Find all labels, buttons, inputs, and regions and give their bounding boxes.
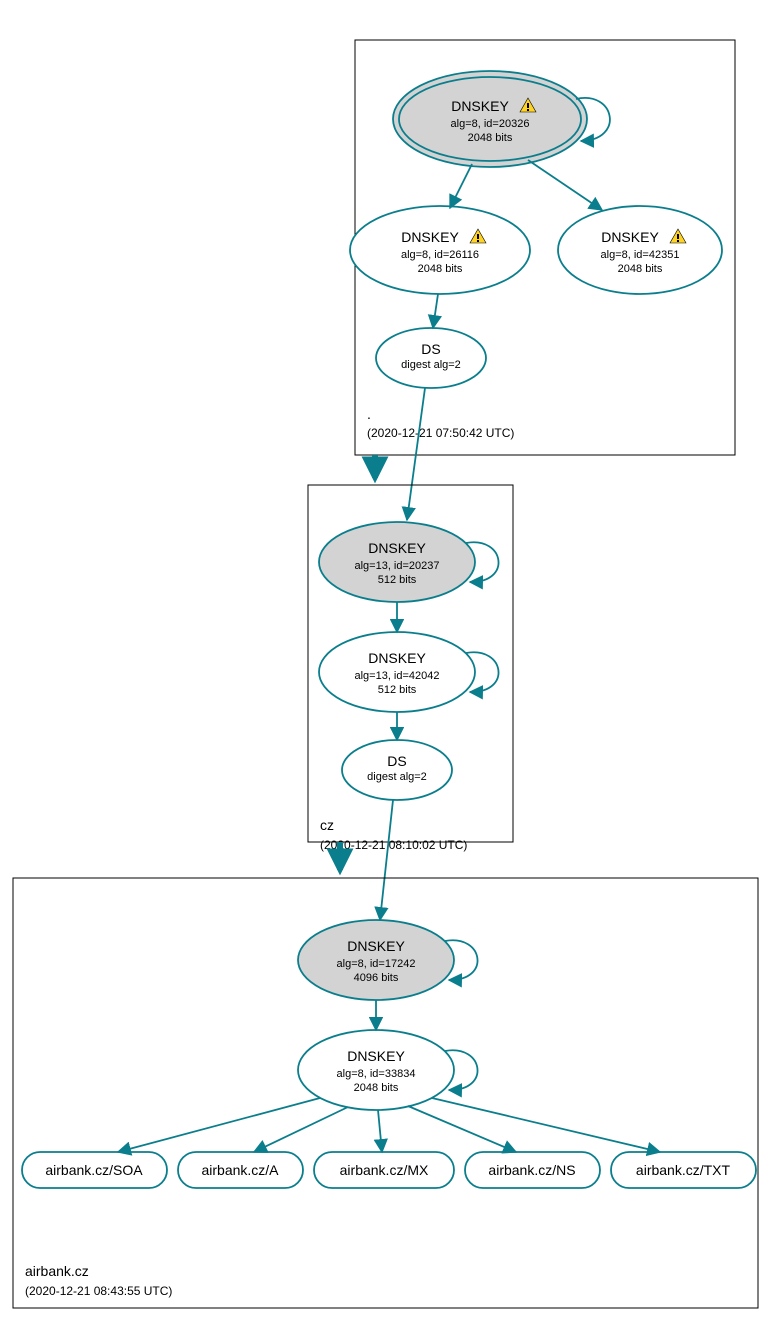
zone-airbank-name: airbank.cz: [25, 1263, 89, 1279]
root-zsk2-title: DNSKEY: [601, 229, 659, 245]
root-zsk2-bits: 2048 bits: [618, 263, 663, 275]
dnssec-diagram: . (2020-12-21 07:50:42 UTC) DNSKEY alg=8…: [0, 0, 771, 1323]
record-txt-label: airbank.cz/TXT: [636, 1162, 731, 1178]
cz-ksk-alg: alg=13, id=20237: [354, 560, 439, 572]
edge-ab-zsk-soa: [118, 1098, 320, 1152]
node-root-ksk: DNSKEY alg=8, id=20326 2048 bits: [393, 71, 587, 167]
record-ns-label: airbank.cz/NS: [488, 1162, 575, 1178]
edge-ab-zsk-txt: [432, 1098, 660, 1152]
record-a: airbank.cz/A: [178, 1152, 303, 1188]
ab-ksk-alg: alg=8, id=17242: [337, 958, 416, 970]
cz-zsk-bits: 512 bits: [378, 684, 417, 696]
node-cz-ksk: DNSKEY alg=13, id=20237 512 bits: [319, 522, 475, 602]
root-ds-title: DS: [421, 341, 440, 357]
record-a-label: airbank.cz/A: [201, 1162, 279, 1178]
ab-zsk-title: DNSKEY: [347, 1048, 405, 1064]
zone-airbank-time: (2020-12-21 08:43:55 UTC): [25, 1284, 172, 1298]
node-cz-zsk: DNSKEY alg=13, id=42042 512 bits: [319, 632, 475, 712]
record-ns: airbank.cz/NS: [465, 1152, 600, 1188]
node-root-zsk1: DNSKEY alg=8, id=26116 2048 bits: [350, 206, 530, 294]
ab-ksk-bits: 4096 bits: [354, 972, 399, 984]
cz-ds-alg: digest alg=2: [367, 771, 427, 783]
root-zsk1-title: DNSKEY: [401, 229, 459, 245]
record-soa-label: airbank.cz/SOA: [45, 1162, 143, 1178]
node-root-ds: DS digest alg=2: [376, 328, 486, 388]
zone-root-name: .: [367, 406, 371, 422]
ab-zsk-bits: 2048 bits: [354, 1082, 399, 1094]
root-zsk2-alg: alg=8, id=42351: [601, 249, 680, 261]
edge-root-ds-cz-ksk: [407, 388, 425, 520]
record-txt: airbank.cz/TXT: [611, 1152, 756, 1188]
node-ab-zsk: DNSKEY alg=8, id=33834 2048 bits: [298, 1030, 454, 1110]
edge-root-zsk1-ds: [433, 294, 438, 328]
edge-ab-zsk-ns: [408, 1106, 516, 1152]
root-ksk-alg: alg=8, id=20326: [451, 118, 530, 130]
edge-root-ksk-zsk2: [528, 160, 602, 210]
zone-airbank: airbank.cz (2020-12-21 08:43:55 UTC) DNS…: [13, 878, 758, 1308]
root-zsk1-alg: alg=8, id=26116: [401, 249, 479, 261]
edge-ab-zsk-a: [254, 1107, 348, 1152]
node-ab-ksk: DNSKEY alg=8, id=17242 4096 bits: [298, 920, 454, 1000]
root-ds-alg: digest alg=2: [401, 359, 461, 371]
record-soa: airbank.cz/SOA: [22, 1152, 167, 1188]
edge-ab-zsk-mx: [378, 1110, 382, 1152]
ab-ksk-title: DNSKEY: [347, 938, 405, 954]
node-root-zsk2: DNSKEY alg=8, id=42351 2048 bits: [558, 206, 722, 294]
record-mx: airbank.cz/MX: [314, 1152, 454, 1188]
root-zsk1-bits: 2048 bits: [418, 263, 463, 275]
cz-zsk-alg: alg=13, id=42042: [354, 670, 439, 682]
edge-cz-ds-ab-ksk: [380, 800, 393, 920]
edge-root-ksk-zsk1: [450, 164, 472, 208]
node-cz-ds: DS digest alg=2: [342, 740, 452, 800]
cz-zsk-title: DNSKEY: [368, 650, 426, 666]
record-mx-label: airbank.cz/MX: [340, 1162, 429, 1178]
cz-ksk-bits: 512 bits: [378, 574, 417, 586]
zone-root: . (2020-12-21 07:50:42 UTC) DNSKEY alg=8…: [350, 40, 735, 455]
cz-ksk-title: DNSKEY: [368, 540, 426, 556]
root-ksk-bits: 2048 bits: [468, 132, 513, 144]
ab-zsk-alg: alg=8, id=33834: [337, 1068, 416, 1080]
zone-root-time: (2020-12-21 07:50:42 UTC): [367, 426, 514, 440]
cz-ds-title: DS: [387, 753, 406, 769]
zone-cz-name: cz: [320, 817, 334, 833]
zone-cz: cz (2020-12-21 08:10:02 UTC) DNSKEY alg=…: [308, 485, 513, 852]
root-ksk-title: DNSKEY: [451, 98, 509, 114]
